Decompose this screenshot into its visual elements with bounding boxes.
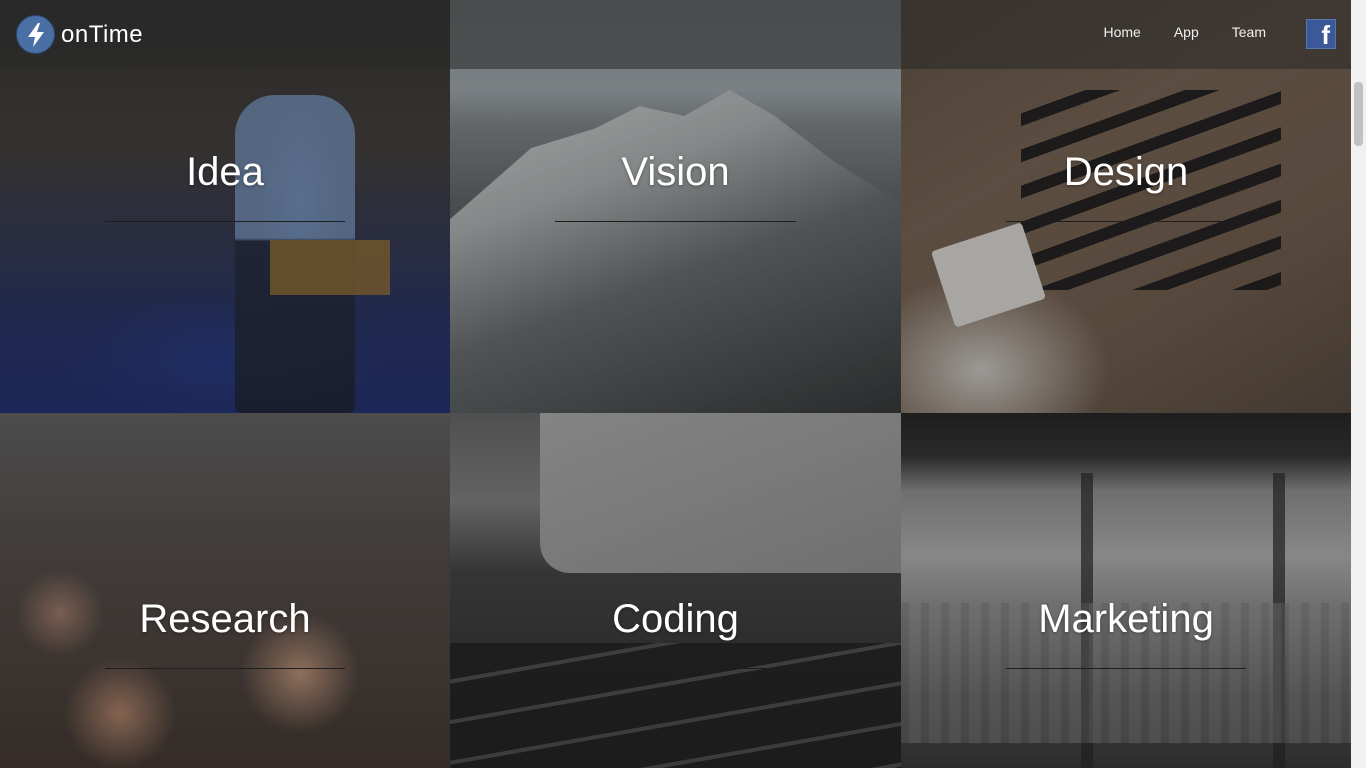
tile-coding-title: Coding	[612, 597, 739, 641]
facebook-icon[interactable]: f	[1306, 19, 1336, 49]
tile-design-divider	[1006, 221, 1246, 222]
nav-app-link[interactable]: App	[1164, 24, 1209, 40]
tile-research[interactable]: Research	[0, 413, 450, 768]
tile-grid: Idea Vision Design Research Coding Marke…	[0, 0, 1351, 768]
brand-link[interactable]: onTime	[16, 15, 143, 54]
tile-research-title: Research	[139, 597, 311, 641]
tile-marketing[interactable]: Marketing	[901, 413, 1351, 768]
page-scrollbar[interactable]	[1351, 0, 1366, 768]
tile-research-divider	[105, 668, 345, 669]
tile-marketing-title: Marketing	[1038, 597, 1214, 641]
nav-menu: Home App Team	[1080, 24, 1276, 40]
scrollbar-thumb[interactable]	[1354, 82, 1363, 146]
tile-idea-title: Idea	[186, 150, 264, 194]
navbar: onTime Home App Team f	[0, 0, 1351, 69]
brand-name: onTime	[61, 20, 144, 48]
facebook-glyph: f	[1321, 20, 1330, 50]
tile-design-title: Design	[1063, 150, 1189, 194]
lightning-bolt-icon	[16, 15, 55, 54]
nav-team-link[interactable]: Team	[1222, 24, 1276, 40]
tile-vision-divider	[555, 221, 796, 222]
page: Idea Vision Design Research Coding Marke…	[0, 0, 1366, 768]
tile-vision-title: Vision	[621, 150, 730, 194]
tile-coding-divider	[555, 668, 796, 669]
tile-marketing-divider	[1006, 668, 1246, 669]
nav-home-link[interactable]: Home	[1093, 24, 1150, 40]
tile-coding[interactable]: Coding	[450, 413, 901, 768]
tile-idea-divider	[105, 221, 345, 222]
